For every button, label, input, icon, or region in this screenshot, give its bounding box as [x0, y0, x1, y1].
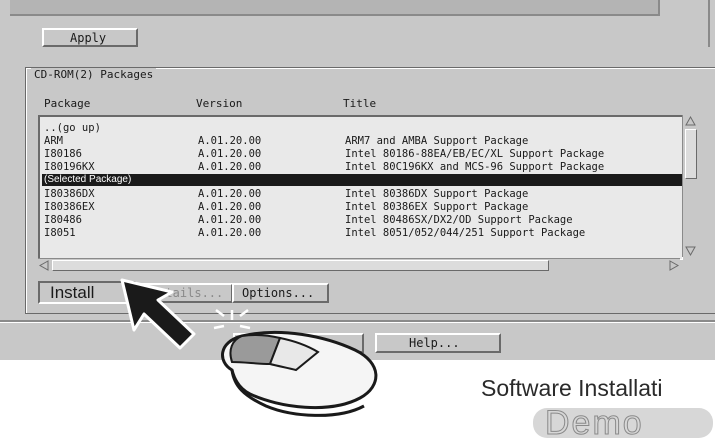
package-version: A.01.20.00	[198, 148, 262, 160]
caption-title: Software Installati	[481, 375, 663, 401]
package-name: I80186	[44, 148, 82, 160]
horizontal-scroll-thumb[interactable]	[52, 260, 549, 271]
package-name: I80196KX	[44, 161, 95, 173]
package-version: A.01.20.00	[198, 161, 262, 173]
package-name: I80386DX	[44, 188, 95, 200]
help-button[interactable]: Help...	[375, 333, 501, 353]
list-item[interactable]: I8051 A.01.20.00 Intel 8051/052/044/251 …	[42, 228, 682, 239]
package-title: Intel 80186-88EA/EB/EC/XL Support Packag…	[345, 148, 605, 160]
list-item[interactable]: I80486 A.01.20.00 Intel 80486SX/DX2/OD S…	[42, 215, 682, 226]
package-name: I8051	[44, 227, 76, 239]
package-name: ..(go up)	[44, 122, 101, 134]
package-title: Intel 80386DX Support Package	[345, 188, 529, 200]
vertical-scroll-thumb[interactable]	[685, 129, 697, 179]
column-header-title[interactable]: Title	[343, 97, 376, 110]
package-title: Intel 80486SX/DX2/OD Support Package	[345, 214, 573, 226]
selected-package-row[interactable]: (Selected Package)	[42, 174, 682, 186]
package-name: ARM	[44, 135, 63, 147]
package-version: A.01.20.00	[198, 214, 262, 226]
package-title: Intel 80C196KX and MCS-96 Support Packag…	[345, 161, 605, 173]
list-item[interactable]: I80186 A.01.20.00 Intel 80186-88EA/EB/EC…	[42, 149, 682, 160]
click-illustration	[120, 278, 378, 417]
mouse-icon	[221, 330, 378, 417]
cursor-arrow-icon	[120, 278, 196, 350]
package-title: Intel 80386EX Support Package	[345, 201, 529, 213]
package-name: I80486	[44, 214, 82, 226]
horizontal-scrollbar[interactable]	[38, 258, 680, 272]
list-item[interactable]: ARM A.01.20.00 ARM7 and AMBA Support Pac…	[42, 136, 682, 147]
top-panel	[10, 0, 660, 16]
package-version: A.01.20.00	[198, 227, 262, 239]
selected-package-label: (Selected Package)	[44, 174, 132, 185]
window-edge	[708, 0, 710, 47]
list-item[interactable]: ..(go up)	[42, 123, 682, 134]
package-title: ARM7 and AMBA Support Package	[345, 135, 529, 147]
column-header-package[interactable]: Package	[44, 97, 90, 110]
list-item[interactable]: I80386DX A.01.20.00 Intel 80386DX Suppor…	[42, 189, 682, 200]
package-version: A.01.20.00	[198, 135, 262, 147]
click-burst-icon	[213, 309, 251, 330]
packages-group-label: CD-ROM(2) Packages	[31, 68, 157, 81]
package-name: I80386EX	[44, 201, 95, 213]
package-version: A.01.20.00	[198, 188, 262, 200]
vertical-scrollbar[interactable]	[682, 115, 698, 257]
apply-button[interactable]: Apply	[42, 28, 138, 47]
package-list[interactable]: ..(go up) ARM A.01.20.00 ARM7 and AMBA S…	[38, 115, 683, 260]
list-item[interactable]: I80196KX A.01.20.00 Intel 80C196KX and M…	[42, 162, 682, 173]
package-version: A.01.20.00	[198, 201, 262, 213]
package-title: Intel 8051/052/044/251 Support Package	[345, 227, 586, 239]
column-header-version[interactable]: Version	[196, 97, 242, 110]
list-item[interactable]: I80386EX A.01.20.00 Intel 80386EX Suppor…	[42, 202, 682, 213]
